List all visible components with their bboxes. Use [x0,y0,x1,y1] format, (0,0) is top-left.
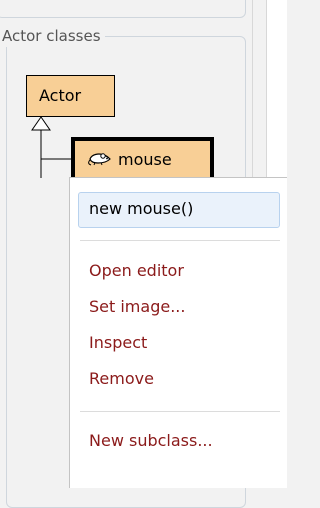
upper-panel [0,0,246,18]
menu-item-set-image[interactable]: Set image... [78,290,280,326]
menu-item-new-subclass[interactable]: New subclass... [78,424,280,460]
actor-classes-title: Actor classes [0,25,105,47]
class-mouse[interactable]: mouse [71,137,214,182]
class-mouse-label: mouse [118,150,172,169]
menu-item-new-mouse[interactable]: new mouse() [78,192,280,228]
menu-item-inspect[interactable]: Inspect [78,326,280,362]
menu-item-open-editor[interactable]: Open editor [78,254,280,290]
menu-separator [80,240,280,241]
menu-item-remove[interactable]: Remove [78,362,280,398]
class-actor-label: Actor [39,86,82,105]
menu-separator [80,411,280,412]
class-actor[interactable]: Actor [26,75,115,117]
mouse-icon [88,153,111,166]
context-menu: new mouse() Open editor Set image... Ins… [69,177,287,488]
